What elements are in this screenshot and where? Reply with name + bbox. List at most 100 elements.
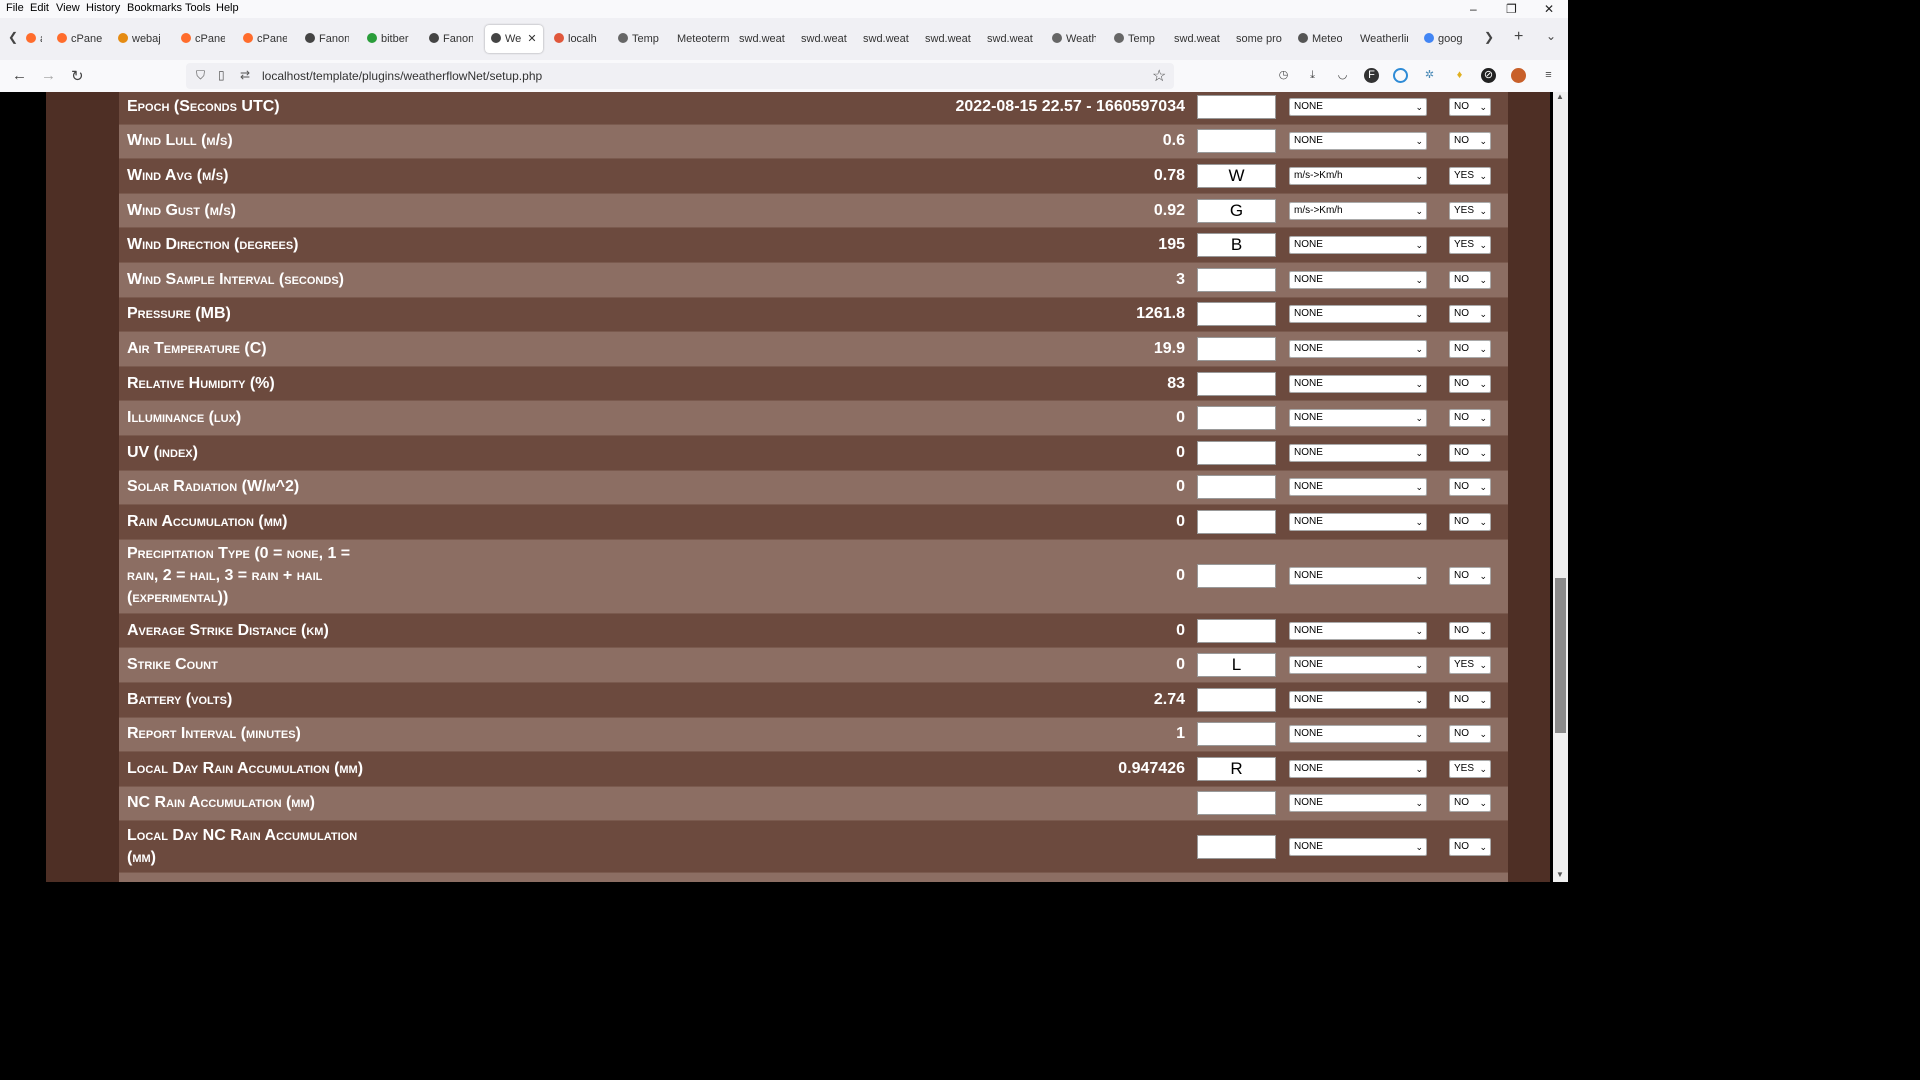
conversion-select[interactable]: NONE ⌄ — [1289, 794, 1427, 813]
menu-bookmarks[interactable]: Bookmarks — [127, 2, 182, 14]
conversion-select[interactable]: NONE ⌄ — [1289, 97, 1427, 116]
conversion-select[interactable]: m/s->Km/h ⌄ — [1289, 166, 1427, 185]
shield-icon[interactable]: ⛉ — [196, 68, 205, 83]
scroll-up-icon[interactable]: ▲ — [1556, 92, 1564, 101]
bookmark-star-icon[interactable]: ☆ — [1152, 66, 1166, 86]
browser-tab[interactable]: swd.weath — [801, 28, 847, 50]
enabled-select[interactable]: YES ⌄ — [1449, 166, 1491, 185]
enabled-select[interactable]: NO ⌄ — [1449, 621, 1491, 640]
enabled-select[interactable]: NO ⌄ — [1449, 305, 1491, 324]
browser-tab[interactable]: cPane — [181, 28, 225, 50]
browser-tab[interactable]: Fanon — [429, 28, 473, 50]
enabled-select[interactable]: NO ⌄ — [1449, 512, 1491, 531]
conversion-select[interactable]: NONE ⌄ — [1289, 374, 1427, 393]
conversion-select[interactable]: NONE ⌄ — [1289, 759, 1427, 778]
enabled-select[interactable]: NO ⌄ — [1449, 339, 1491, 358]
browser-tab[interactable]: swd.weath — [1174, 28, 1220, 50]
enabled-select[interactable]: NO ⌄ — [1449, 837, 1491, 856]
code-input[interactable] — [1197, 440, 1276, 465]
enabled-select[interactable]: NO ⌄ — [1449, 374, 1491, 393]
browser-tab[interactable]: swd.weath — [987, 28, 1033, 50]
menu-tools[interactable]: Tools — [185, 2, 211, 14]
conversion-select[interactable]: NONE ⌄ — [1289, 837, 1427, 856]
enabled-select[interactable]: NO ⌄ — [1449, 97, 1491, 116]
conversion-select[interactable]: m/s->Km/h ⌄ — [1289, 201, 1427, 220]
browser-tab[interactable]: localh — [554, 28, 598, 50]
conversion-select[interactable]: NONE ⌄ — [1289, 621, 1427, 640]
tab-scroll-left-icon[interactable]: ❮ — [8, 30, 18, 44]
enabled-select[interactable]: NO ⌄ — [1449, 270, 1491, 289]
code-input[interactable] — [1197, 406, 1276, 431]
code-input[interactable] — [1197, 791, 1276, 816]
enabled-select[interactable]: NO ⌄ — [1449, 132, 1491, 151]
browser-tab[interactable]: Temp — [1114, 28, 1158, 50]
browser-tab[interactable]: cPane — [243, 28, 287, 50]
code-input[interactable] — [1197, 722, 1276, 747]
reload-button[interactable]: ↻ — [71, 67, 84, 85]
code-input[interactable] — [1197, 371, 1276, 396]
code-input[interactable]: L — [1197, 653, 1276, 678]
menu-file[interactable]: File — [6, 2, 24, 14]
tab-scroll-right-icon[interactable]: ❯ — [1484, 30, 1494, 44]
code-input[interactable]: B — [1197, 233, 1276, 258]
conversion-select[interactable]: NONE ⌄ — [1289, 409, 1427, 428]
browser-tab[interactable]: swd.weath — [925, 28, 971, 50]
browser-tab[interactable]: a ( — [26, 28, 42, 50]
scroll-down-icon[interactable]: ▼ — [1556, 870, 1564, 879]
conversion-select[interactable]: NONE ⌄ — [1289, 443, 1427, 462]
conversion-select[interactable]: NONE ⌄ — [1289, 656, 1427, 675]
browser-tab[interactable]: Fanon — [305, 28, 349, 50]
menu-history[interactable]: History — [86, 2, 120, 14]
pocket-icon[interactable]: ◡ — [1335, 68, 1350, 83]
url-text[interactable]: localhost/template/plugins/weatherflowNe… — [262, 69, 542, 83]
browser-tab[interactable]: goog — [1424, 28, 1464, 50]
browser-tab[interactable]: cPane — [57, 28, 103, 50]
code-input[interactable] — [1197, 267, 1276, 292]
browser-tab[interactable]: bitber — [367, 28, 411, 50]
extension-f-icon[interactable]: F — [1364, 68, 1379, 83]
browser-tab[interactable]: Meteo — [1298, 28, 1342, 50]
extension-gear-icon[interactable]: ✲ — [1422, 68, 1437, 83]
browser-tab[interactable]: Temp — [618, 28, 662, 50]
conversion-select[interactable]: NONE ⌄ — [1289, 567, 1427, 586]
enabled-select[interactable]: NO ⌄ — [1449, 794, 1491, 813]
tab-close-icon[interactable]: ✕ — [527, 33, 536, 45]
browser-tab[interactable]: Weath — [1052, 28, 1096, 50]
menu-edit[interactable]: Edit — [30, 2, 49, 14]
browser-tab[interactable]: Weatherlin — [1360, 28, 1408, 50]
minimize-button[interactable]: – — [1470, 2, 1477, 16]
code-input[interactable] — [1197, 475, 1276, 500]
conversion-select[interactable]: NONE ⌄ — [1289, 725, 1427, 744]
enabled-select[interactable]: NO ⌄ — [1449, 478, 1491, 497]
browser-tab[interactable]: some prol — [1236, 28, 1282, 50]
browser-tab[interactable]: Meteoterm — [677, 28, 729, 50]
conversion-select[interactable]: NONE ⌄ — [1289, 478, 1427, 497]
history-icon[interactable]: ◷ — [1276, 68, 1291, 83]
code-input[interactable] — [1197, 129, 1276, 154]
conversion-select[interactable]: NONE ⌄ — [1289, 270, 1427, 289]
browser-tab[interactable]: We ✕ — [485, 25, 543, 53]
browser-tab[interactable]: webaj — [118, 28, 162, 50]
back-button[interactable]: ← — [12, 67, 27, 84]
scrollbar[interactable]: ▲ ▼ — [1553, 92, 1568, 882]
enabled-select[interactable]: NO ⌄ — [1449, 725, 1491, 744]
extension-bell-icon[interactable]: ♦ — [1452, 68, 1467, 83]
conversion-select[interactable]: NONE ⌄ — [1289, 690, 1427, 709]
browser-tab[interactable]: swd.weath — [739, 28, 785, 50]
close-window-button[interactable]: ✕ — [1544, 2, 1554, 16]
conversion-select[interactable]: NONE ⌄ — [1289, 339, 1427, 358]
enabled-select[interactable]: NO ⌄ — [1449, 409, 1491, 428]
code-input[interactable] — [1197, 564, 1276, 589]
restore-button[interactable]: ❐ — [1506, 2, 1517, 16]
permissions-icon[interactable]: ⇄ — [240, 68, 250, 82]
tab-list-icon[interactable]: ⌄ — [1546, 29, 1556, 43]
menu-help[interactable]: Help — [216, 2, 239, 14]
code-input[interactable]: W — [1197, 163, 1276, 188]
code-input[interactable]: G — [1197, 198, 1276, 223]
forward-button[interactable]: → — [41, 67, 56, 84]
extension-dark-icon[interactable]: ⊘ — [1481, 68, 1496, 83]
download-icon[interactable]: ⤓ — [1305, 68, 1320, 83]
code-input[interactable] — [1197, 618, 1276, 643]
enabled-select[interactable]: YES ⌄ — [1449, 236, 1491, 255]
enabled-select[interactable]: NO ⌄ — [1449, 443, 1491, 462]
